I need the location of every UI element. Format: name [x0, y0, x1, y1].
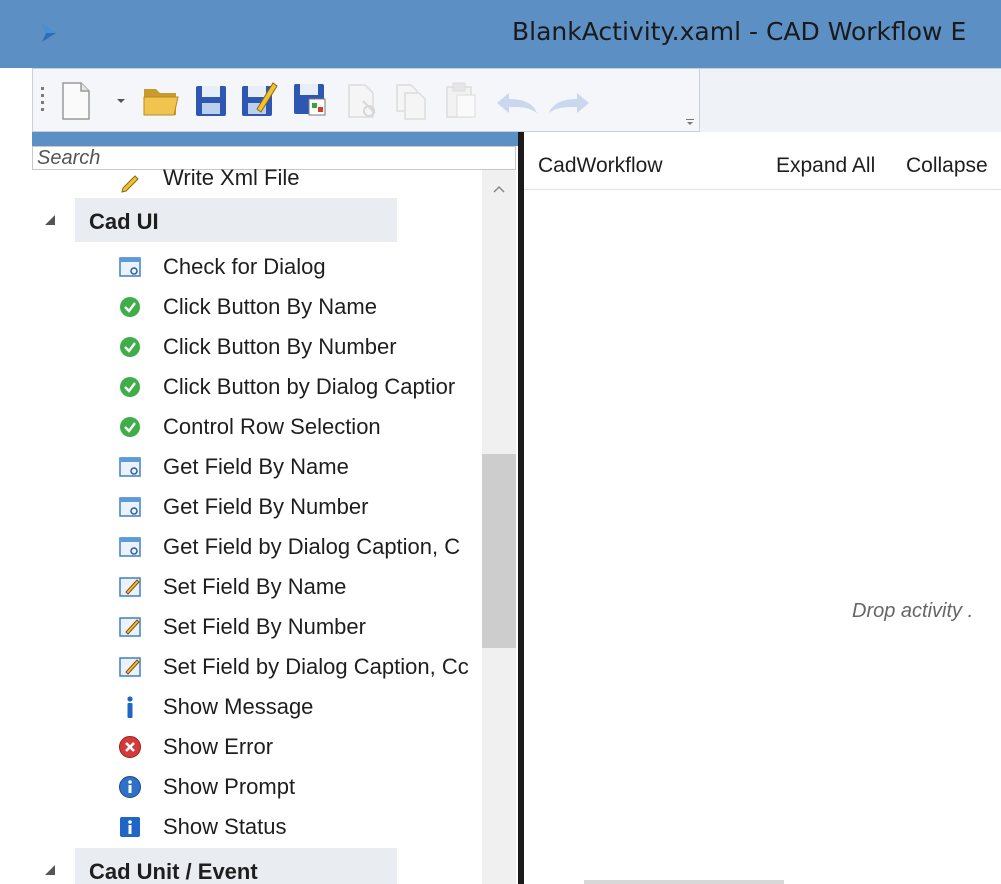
- edit-field-icon: [119, 657, 141, 677]
- scrollbar-thumb[interactable]: [482, 454, 516, 648]
- dialog-window-icon: [119, 497, 141, 517]
- open-folder-icon[interactable]: [141, 83, 181, 119]
- copy-icon[interactable]: [393, 83, 429, 121]
- dialog-window-icon: [119, 257, 141, 277]
- cut-icon[interactable]: [345, 83, 381, 121]
- redo-icon[interactable]: [545, 89, 593, 117]
- window-title: BlankActivity.xaml - CAD Workflow E: [512, 17, 967, 46]
- toolbox-item[interactable]: Show Error: [32, 727, 482, 767]
- toolbox-item[interactable]: Show Status: [32, 807, 482, 847]
- green-check-icon: [120, 297, 140, 317]
- pencil-icon: [121, 175, 139, 193]
- toolbox-item[interactable]: Control Row Selection: [32, 407, 482, 447]
- info-square-icon: [120, 817, 140, 837]
- paste-icon[interactable]: [443, 81, 479, 121]
- dialog-window-icon: [119, 457, 141, 477]
- edit-field-icon: [119, 617, 141, 637]
- green-check-icon: [120, 417, 140, 437]
- toolbox-item[interactable]: Get Field by Dialog Caption, C: [32, 527, 482, 567]
- toolbox-item[interactable]: Set Field By Number: [32, 607, 482, 647]
- info-circle-icon: [119, 776, 141, 798]
- toolbox-item[interactable]: Click Button By Name: [32, 287, 482, 327]
- toolbox-scrollbar[interactable]: [482, 170, 516, 884]
- scroll-up-icon[interactable]: [492, 184, 506, 194]
- green-check-icon: [120, 377, 140, 397]
- toolbox-item[interactable]: Set Field by Dialog Caption, Cc: [32, 647, 482, 687]
- collapse-all-button[interactable]: Collapse: [906, 154, 988, 178]
- toolbox-panel: Write Xml File Cad UI Check for Dialog C…: [32, 146, 519, 884]
- designer-header: CadWorkflow Expand All Collapse: [524, 132, 1001, 190]
- toolbox-item[interactable]: Click Button by Dialog Captior: [32, 367, 482, 407]
- toolbox-item-write-xml-file[interactable]: Write Xml File: [32, 160, 482, 200]
- toolbox-item[interactable]: Show Prompt: [32, 767, 482, 807]
- toolbox-item[interactable]: Get Field By Number: [32, 487, 482, 527]
- collapse-arrow-icon[interactable]: [45, 215, 55, 225]
- collapse-arrow-icon[interactable]: [45, 865, 55, 875]
- toolbar-overflow-icon[interactable]: [685, 119, 695, 127]
- designer-horizontal-scrollbar[interactable]: [584, 880, 784, 884]
- dialog-window-icon: [119, 537, 141, 557]
- toolbar-empty-area: [700, 68, 1001, 132]
- undo-icon[interactable]: [493, 89, 541, 117]
- save-icon[interactable]: [193, 83, 229, 119]
- info-i-icon: [127, 696, 133, 718]
- save-all-icon[interactable]: [291, 81, 329, 119]
- toolbar-grip[interactable]: [41, 87, 45, 115]
- toolbox-item[interactable]: Check for Dialog: [32, 247, 482, 287]
- save-as-icon[interactable]: [239, 79, 279, 119]
- drop-hint-text: Drop activity .: [852, 600, 974, 622]
- green-check-icon: [120, 337, 140, 357]
- error-x-icon: [119, 736, 141, 758]
- toolbox-item[interactable]: Get Field By Name: [32, 447, 482, 487]
- category-cad-unit-event[interactable]: Cad Unit / Event: [45, 848, 397, 884]
- app-icon: [42, 24, 56, 42]
- toolbar: [32, 68, 700, 132]
- edit-field-icon: [119, 577, 141, 597]
- title-bar: BlankActivity.xaml - CAD Workflow E: [0, 0, 1001, 68]
- category-cad-ui[interactable]: Cad UI: [45, 198, 397, 242]
- toolbox-item[interactable]: Set Field By Name: [32, 567, 482, 607]
- breadcrumb[interactable]: CadWorkflow: [538, 154, 662, 178]
- new-document-icon[interactable]: [59, 81, 93, 121]
- toolbox-item[interactable]: Click Button By Number: [32, 327, 482, 367]
- dropdown-arrow-icon[interactable]: [115, 97, 127, 105]
- designer-surface[interactable]: CadWorkflow Expand All Collapse Drop act…: [524, 132, 1001, 884]
- expand-all-button[interactable]: Expand All: [776, 154, 875, 178]
- toolbox-item[interactable]: Show Message: [32, 687, 482, 727]
